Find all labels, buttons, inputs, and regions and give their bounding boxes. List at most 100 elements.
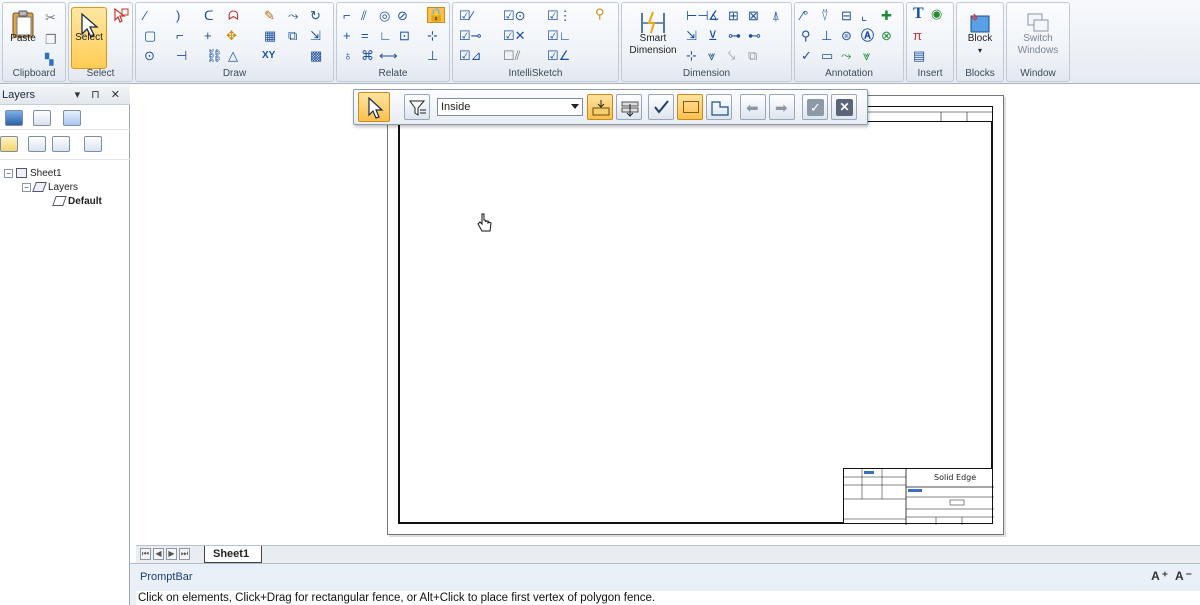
balloon-leader-icon[interactable]: ⍢ xyxy=(821,9,829,23)
show-layer-icon[interactable] xyxy=(28,136,46,152)
angle-between-icon[interactable]: ∡ xyxy=(708,9,720,23)
relation-handles-icon[interactable]: ⊥ xyxy=(427,49,438,63)
cancel-button[interactable]: ✕ xyxy=(831,94,857,120)
check-endpoint-icon[interactable]: ☑⁄ xyxy=(459,9,473,23)
move-to-layer-icon[interactable] xyxy=(84,136,102,152)
check-tangent-icon[interactable]: ☑⊿ xyxy=(459,49,482,63)
tab-sheet1[interactable]: Sheet1 xyxy=(204,546,263,563)
collinear-icon[interactable]: ⊡ xyxy=(399,29,410,43)
tree-node-layers[interactable]: − Layers xyxy=(22,181,78,195)
tree-node-default[interactable]: Default xyxy=(52,195,102,209)
pattern-icon[interactable]: ▦ xyxy=(264,29,276,43)
select-filter-button[interactable] xyxy=(404,94,430,120)
copy-attributes-icon[interactable]: ⧉ xyxy=(748,49,757,63)
layer-stack-icon[interactable] xyxy=(63,110,81,126)
font-size-controls[interactable]: A⁺ A⁻ xyxy=(1151,569,1194,583)
text-frame-icon[interactable]: Ⓐ xyxy=(861,29,874,43)
check-center-icon[interactable]: ☑⊙ xyxy=(503,9,526,23)
dimension-axis-icon[interactable]: ⊻ xyxy=(708,29,718,43)
horizontal-icon[interactable]: ∟ xyxy=(379,29,392,43)
first-sheet-icon[interactable]: ⏮ xyxy=(140,548,151,560)
fence-mode-select[interactable]: Inside xyxy=(437,98,583,116)
datum-frame-icon[interactable]: ⩔ xyxy=(863,49,870,63)
arc-icon[interactable]: ) xyxy=(176,9,180,23)
layer-fit-icon[interactable] xyxy=(33,110,51,126)
select-tool-button[interactable] xyxy=(358,92,390,122)
mirror-icon[interactable]: ⧉ xyxy=(288,29,297,43)
pmi-icon[interactable]: ⩔ xyxy=(708,49,715,63)
attach-dimension-icon[interactable]: ⊹ xyxy=(686,49,697,63)
drawing-canvas[interactable]: Solid Edge xyxy=(136,85,1200,545)
copy-icon[interactable]: ❐ xyxy=(45,33,57,47)
previous-button[interactable]: ⬅ xyxy=(740,94,766,120)
chamfer-dimension-icon[interactable]: ⇲ xyxy=(686,29,697,43)
accept-select-button[interactable] xyxy=(648,94,674,120)
balloon-icon[interactable]: ⚲ xyxy=(801,29,811,43)
new-layer-icon[interactable] xyxy=(0,136,18,152)
trim-icon[interactable]: + xyxy=(204,29,212,43)
maintain-icon[interactable]: ⌘ xyxy=(361,49,374,63)
coordinate-dimension-icon[interactable]: ⊞ xyxy=(728,9,739,23)
retrieve-dimension-icon[interactable]: ⤥ xyxy=(728,49,735,63)
hyperlink-icon[interactable]: ◉ xyxy=(931,7,942,21)
extend-icon[interactable]: ⊣ xyxy=(176,49,187,63)
triangle-icon[interactable]: △ xyxy=(228,49,238,63)
circle-icon[interactable]: ⊙ xyxy=(144,49,155,63)
weld-symbol-icon[interactable]: ⊜ xyxy=(841,29,852,43)
next-sheet-icon[interactable]: ▶ xyxy=(166,548,177,560)
leader-icon[interactable]: ✓ xyxy=(801,49,812,63)
format-painter-icon[interactable]: ▚ xyxy=(45,53,53,67)
rectangle-fence-button[interactable] xyxy=(677,94,703,120)
collapse-icon[interactable]: − xyxy=(4,168,13,178)
collapse-icon[interactable]: − xyxy=(22,182,31,192)
xy-label[interactable]: XY xyxy=(262,49,275,63)
select-top-button[interactable] xyxy=(587,94,613,120)
check-vertical-icon[interactable]: ☑⋮ xyxy=(547,9,572,23)
rotate-icon[interactable]: ↻ xyxy=(310,9,321,23)
curve-icon[interactable]: ᑕ xyxy=(204,9,214,23)
surface-texture-icon[interactable]: ⊥ xyxy=(821,29,832,43)
prev-sheet-icon[interactable]: ◀ xyxy=(153,548,164,560)
rectangle-icon[interactable]: ▢ xyxy=(144,29,156,43)
text-icon[interactable]: T xyxy=(913,6,924,22)
fillet-icon[interactable]: ⌐ xyxy=(176,29,184,43)
paste-button[interactable]: Paste xyxy=(5,7,41,69)
symmetric-diameter-icon[interactable]: ⍋ xyxy=(772,9,780,23)
angular-coordinate-icon[interactable]: ⊠ xyxy=(748,9,759,23)
move-icon[interactable]: ⤳ xyxy=(288,9,298,23)
parallel-icon[interactable]: ⫽ xyxy=(361,9,367,23)
connect-icon[interactable]: + xyxy=(343,29,351,43)
concentric-icon[interactable]: ◎ xyxy=(379,9,390,23)
rigid-icon[interactable]: ♁ xyxy=(343,49,353,63)
symmetric-icon[interactable]: ⊹ xyxy=(427,29,438,43)
accept-button[interactable]: ✓ xyxy=(802,94,828,120)
tangent-icon[interactable]: ⊘ xyxy=(397,9,408,23)
pane-controls[interactable]: ▾ ⊓ ✕ xyxy=(75,88,124,101)
check-angle-icon[interactable]: ☑∠ xyxy=(547,49,570,63)
datum-target-icon[interactable]: ✚ xyxy=(881,9,892,23)
lock-icon[interactable]: 🔒 xyxy=(427,7,446,23)
offset-relation-icon[interactable]: ⟷ xyxy=(379,49,398,63)
line-icon[interactable]: ⁄ xyxy=(144,9,146,23)
cut-icon[interactable]: ✂ xyxy=(45,11,56,25)
connector-icon[interactable]: ⤳ xyxy=(841,49,851,63)
select-tools-icon[interactable] xyxy=(113,7,129,23)
check-parallel-icon[interactable]: ☐⫽ xyxy=(503,49,520,63)
split-icon[interactable]: ⛓ xyxy=(206,49,223,63)
distance-between-icon[interactable]: ⊢⊣ xyxy=(686,9,709,23)
dimension-style-icon[interactable]: ⊷ xyxy=(748,29,761,43)
centermark-icon[interactable]: ⊗ xyxy=(881,29,892,43)
polygon-fence-button[interactable] xyxy=(706,94,732,120)
offset-icon[interactable]: ✥ xyxy=(226,29,237,43)
edge-condition-icon[interactable]: ⌞ xyxy=(861,9,867,23)
pen-icon[interactable]: ✎ xyxy=(264,9,275,23)
layer-view-icon[interactable] xyxy=(5,110,23,126)
check-intersection-icon[interactable]: ☑✕ xyxy=(503,29,526,43)
next-button[interactable]: ➡ xyxy=(769,94,795,120)
intellisketch-options-icon[interactable]: ⚲ xyxy=(595,7,605,21)
select-deep-button[interactable] xyxy=(616,94,642,120)
switch-windows-button[interactable]: Switch Windows xyxy=(1009,7,1067,69)
smart-dimension-button[interactable]: Smart Dimension xyxy=(624,7,682,69)
hide-layer-icon[interactable] xyxy=(52,136,70,152)
scale-icon[interactable]: ⇲ xyxy=(310,29,321,43)
